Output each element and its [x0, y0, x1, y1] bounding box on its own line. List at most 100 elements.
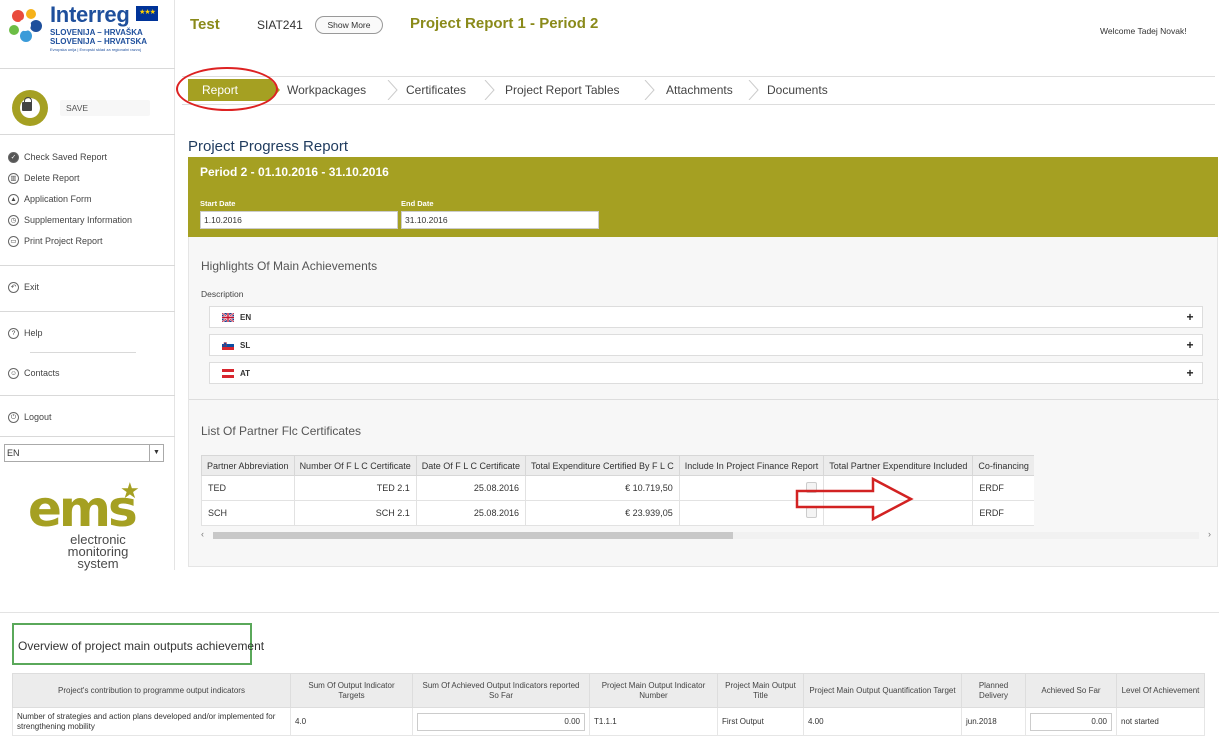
tab-documents[interactable]: Documents: [767, 79, 828, 101]
column-header[interactable]: Project Main Output Quantification Targe…: [803, 673, 962, 708]
ems-logo: ems ★ electronic monitoring system: [20, 478, 170, 571]
level-of-achievement-cell: not started: [1116, 707, 1205, 736]
achieved-input[interactable]: 0.00: [1030, 712, 1112, 731]
sidebar-item-label: Print Project Report: [24, 236, 103, 246]
show-more-button[interactable]: Show More: [315, 16, 383, 34]
end-date-input[interactable]: 31.10.2016: [401, 211, 599, 229]
sidebar: Interreg ★★★ SLOVENIJA – HRVAŠKA SLOVENI…: [0, 0, 175, 570]
start-date-input[interactable]: 1.10.2016: [200, 211, 398, 229]
sum-achieved-input[interactable]: 0.00: [417, 712, 585, 731]
expand-plus-icon[interactable]: +: [1184, 311, 1196, 323]
horizontal-scrollbar[interactable]: ‹ ›: [201, 529, 1211, 541]
tab-attachments[interactable]: Attachments: [666, 79, 733, 101]
section-title: Project Progress Report: [188, 138, 349, 155]
sidebar-item-application-form[interactable]: ▲ Application Form: [8, 191, 92, 207]
outputs-section: Overview of project main outputs achieve…: [0, 612, 1219, 740]
language-select[interactable]: EN ▼: [4, 444, 164, 462]
description-row-en[interactable]: EN +: [209, 306, 1203, 328]
column-header[interactable]: Total Partner Expenditure Included: [823, 455, 974, 476]
interreg-logo[interactable]: Interreg ★★★ SLOVENIJA – HRVAŠKA SLOVENI…: [4, 2, 164, 64]
cofinancing-cell: ERDF: [972, 500, 1034, 526]
slovenia-flag-icon: [222, 341, 234, 350]
language-select-value: EN: [7, 448, 20, 458]
sidebar-item-exit[interactable]: ↶ Exit: [8, 279, 39, 295]
uk-flag-icon: [222, 313, 234, 322]
column-header[interactable]: Achieved So Far: [1025, 673, 1117, 708]
sidebar-item-supplementary-information[interactable]: ◷ Supplementary Information: [8, 212, 132, 228]
report-panel: Highlights Of Main Achievements Descript…: [188, 237, 1219, 567]
column-header[interactable]: Co-financing: [972, 455, 1034, 476]
annotation-arrow-icon: [795, 476, 914, 522]
column-header[interactable]: Sum Of Achieved Output Indicators report…: [412, 673, 590, 708]
check-icon: ✓: [8, 151, 19, 163]
column-header[interactable]: Project Main Output Title: [717, 673, 804, 708]
column-header[interactable]: Total Expenditure Certified By F L C: [524, 455, 680, 476]
sidebar-item-delete-report[interactable]: ▥ Delete Report: [8, 170, 80, 186]
green-highlight-annotation: Overview of project main outputs achieve…: [12, 623, 264, 665]
sidebar-item-label: Exit: [24, 282, 40, 292]
table-header-row: Project's contribution to programme outp…: [12, 673, 1205, 708]
certificates-title: List Of Partner Flc Certificates: [201, 424, 362, 438]
quantification-cell: 4.00: [803, 707, 962, 736]
end-date-label: End Date: [401, 199, 434, 208]
column-header[interactable]: Level Of Achievement: [1116, 673, 1205, 708]
sidebar-item-logout[interactable]: ⏻ Logout: [8, 409, 52, 425]
language-code: SL: [240, 341, 251, 350]
description-row-at[interactable]: AT +: [209, 362, 1203, 384]
column-header[interactable]: Date Of F L C Certificate: [415, 455, 526, 476]
sidebar-item-print-project-report[interactable]: ▭ Print Project Report: [8, 233, 103, 249]
language-code: AT: [240, 369, 251, 378]
outputs-table: Project's contribution to programme outp…: [12, 673, 1205, 736]
certificate-date-cell: 25.08.2016: [415, 500, 526, 526]
tab-separator-icon: [484, 80, 495, 100]
total-expenditure-cell: € 10.719,50: [524, 475, 680, 501]
save-button[interactable]: SAVE: [8, 88, 158, 128]
sidebar-item-label: Help: [24, 328, 43, 338]
trash-icon: ▥: [8, 172, 19, 184]
tab-project-report-tables[interactable]: Project Report Tables: [505, 79, 620, 101]
column-header[interactable]: Partner Abbreviation: [201, 455, 295, 476]
logo-line-3: Evropska unija | Evropski sklad za regio…: [50, 47, 141, 52]
tab-certificates[interactable]: Certificates: [406, 79, 466, 101]
table-header-row: Partner Abbreviation Number Of F L C Cer…: [201, 455, 1034, 476]
tab-workpackages[interactable]: Workpackages: [287, 79, 366, 101]
tab-report[interactable]: Report: [188, 79, 280, 101]
ems-line-3: system: [77, 556, 119, 571]
expand-plus-icon[interactable]: +: [1184, 339, 1196, 351]
cofinancing-cell: ERDF: [972, 475, 1034, 501]
sidebar-item-check-saved-report[interactable]: ✓ Check Saved Report: [8, 149, 107, 165]
interreg-emblem-icon: [9, 9, 42, 42]
planned-delivery-cell: jun.2018: [961, 707, 1026, 736]
exit-icon: ↶: [8, 281, 19, 293]
scroll-right-icon[interactable]: ›: [1208, 529, 1211, 539]
description-label: Description: [201, 289, 244, 299]
description-row-sl[interactable]: SL +: [209, 334, 1203, 356]
star-icon: ★: [120, 478, 140, 503]
column-header[interactable]: Number Of F L C Certificate: [293, 455, 417, 476]
scrollbar-thumb[interactable]: [213, 532, 733, 539]
welcome-text: Welcome Tadej Novak!: [1100, 26, 1187, 36]
chevron-down-icon: ▼: [149, 445, 163, 461]
expand-plus-icon[interactable]: +: [1184, 367, 1196, 379]
column-header[interactable]: Project's contribution to programme outp…: [12, 673, 291, 708]
certificate-date-cell: 25.08.2016: [415, 475, 526, 501]
column-header[interactable]: Sum Of Output Indicator Targets: [290, 673, 413, 708]
austria-flag-icon: [222, 369, 234, 378]
column-header[interactable]: Project Main Output Indicator Number: [589, 673, 718, 708]
project-short-name: Test: [190, 16, 220, 33]
eu-flag-icon: ★★★: [136, 6, 158, 21]
total-expenditure-cell: € 23.939,05: [524, 500, 680, 526]
sidebar-item-help[interactable]: ? Help: [8, 325, 43, 341]
sum-targets-cell: 4.0: [290, 707, 413, 736]
ems-word: ems: [28, 480, 138, 538]
clock-icon: ◷: [8, 214, 19, 226]
start-date-label: Start Date: [200, 199, 236, 208]
column-header[interactable]: Planned Delivery: [961, 673, 1026, 708]
sidebar-item-contacts[interactable]: ☺ Contacts: [8, 365, 60, 381]
power-icon: ⏻: [8, 411, 19, 423]
highlights-title: Highlights Of Main Achievements: [201, 259, 378, 273]
building-icon: ▲: [8, 193, 19, 205]
scroll-left-icon[interactable]: ‹: [201, 529, 204, 539]
column-header[interactable]: Include In Project Finance Report: [678, 455, 825, 476]
partner-cell: TED: [201, 475, 295, 501]
